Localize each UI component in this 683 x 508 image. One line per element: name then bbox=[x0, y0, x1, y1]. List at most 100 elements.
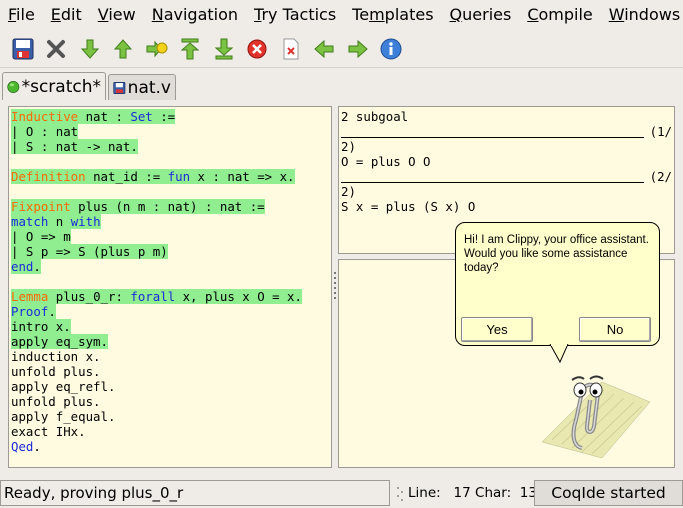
save-button[interactable] bbox=[6, 33, 40, 65]
processed-text: | O => m bbox=[11, 229, 71, 244]
next-icon bbox=[348, 39, 368, 58]
code-token: nat : bbox=[78, 109, 131, 124]
menu-windows[interactable]: Windows bbox=[601, 1, 683, 29]
processed-text: intro x. bbox=[11, 319, 71, 334]
tab-nat-v-label: nat.v bbox=[127, 77, 171, 98]
clippy-no-button[interactable]: No bbox=[579, 317, 651, 342]
keyword-token: Inductive bbox=[11, 109, 79, 124]
script-line[interactable] bbox=[11, 154, 329, 169]
script-line[interactable]: Lemma plus_0_r: forall x, plus x O = x. bbox=[11, 289, 329, 304]
script-line[interactable]: Definition nat_id := fun x : nat => x. bbox=[11, 169, 329, 184]
processed-text: Fixpoint plus (n m : nat) : nat := bbox=[11, 199, 265, 214]
script-line[interactable]: Qed. bbox=[11, 439, 329, 454]
code-token: | S : nat -> nat. bbox=[11, 139, 138, 154]
clippy-yes-button[interactable]: Yes bbox=[461, 317, 533, 342]
code-token: . bbox=[33, 439, 41, 454]
script-line[interactable]: intro x. bbox=[11, 319, 329, 334]
goals-header: 2 subgoal bbox=[341, 109, 409, 124]
interrupt-button[interactable] bbox=[241, 33, 275, 65]
goal-count-2: 2) bbox=[341, 184, 356, 199]
script-line[interactable]: Proof. bbox=[11, 304, 329, 319]
tab-nat-v[interactable]: nat.v bbox=[108, 74, 176, 100]
close-button[interactable] bbox=[40, 33, 74, 65]
menu-try-tactics[interactable]: Try Tactics bbox=[246, 1, 344, 29]
menu-file[interactable]: File bbox=[0, 1, 43, 29]
script-editor[interactable]: Inductive nat : Set := | O : nat | S : nat… bbox=[8, 106, 332, 468]
code-token: unfold plus. bbox=[11, 364, 101, 379]
script-line[interactable]: apply eq_sym. bbox=[11, 334, 329, 349]
script-line[interactable]: Fixpoint plus (n m : nat) : nat := bbox=[11, 199, 329, 214]
reset-icon bbox=[283, 38, 299, 59]
goal-number-1: (1/ bbox=[649, 124, 672, 139]
script-line[interactable]: | O : nat bbox=[11, 124, 329, 139]
forward-button[interactable] bbox=[73, 33, 107, 65]
go-to-cursor-button[interactable] bbox=[140, 33, 174, 65]
processed-text: | S : nat -> nat. bbox=[11, 139, 138, 154]
close-icon bbox=[47, 39, 66, 58]
processed-text: match n with bbox=[11, 214, 101, 229]
script-line[interactable]: apply eq_refl. bbox=[11, 379, 329, 394]
script-line[interactable] bbox=[11, 184, 329, 199]
script-line[interactable]: | S : nat -> nat. bbox=[11, 139, 329, 154]
script-line[interactable]: | O => m bbox=[11, 229, 329, 244]
code-token: induction x. bbox=[11, 349, 101, 364]
processed-text: end. bbox=[11, 259, 41, 274]
status-message: Ready, proving plus_0_r bbox=[0, 480, 390, 506]
script-line[interactable]: match n with bbox=[11, 214, 329, 229]
goal-1: O = plus O O bbox=[341, 154, 431, 169]
menu-compile[interactable]: Compile bbox=[519, 1, 600, 29]
unprocessed-text: apply eq_refl. bbox=[11, 379, 115, 394]
pane-splitter[interactable] bbox=[333, 272, 337, 300]
code-token: . bbox=[48, 304, 56, 319]
script-line[interactable]: unfold plus. bbox=[11, 394, 329, 409]
script-line[interactable]: exact IHx. bbox=[11, 424, 329, 439]
processed-text: Inductive nat : Set := bbox=[11, 109, 176, 124]
previous-button[interactable] bbox=[308, 33, 342, 65]
processed-text: Lemma plus_0_r: forall x, plus x O = x. bbox=[11, 289, 302, 304]
unprocessed-text: unfold plus. bbox=[11, 364, 101, 379]
script-line[interactable]: | S p => S (plus p m) bbox=[11, 244, 329, 259]
backward-button[interactable] bbox=[107, 33, 141, 65]
go-to-cursor-icon bbox=[146, 40, 168, 57]
menu-queries[interactable]: Queries bbox=[442, 1, 520, 29]
next-button[interactable] bbox=[341, 33, 375, 65]
code-token: exact IHx. bbox=[11, 424, 86, 439]
code-token: x : nat => x. bbox=[190, 169, 295, 184]
tab-scratch[interactable]: *scratch* bbox=[2, 72, 106, 100]
keyword-token: match bbox=[11, 214, 49, 229]
menu-templates[interactable]: Templates bbox=[344, 1, 441, 29]
menu-navigation[interactable]: Navigation bbox=[144, 1, 246, 29]
about-icon bbox=[380, 38, 402, 59]
forward-down-icon bbox=[80, 39, 99, 59]
script-line[interactable] bbox=[11, 274, 329, 289]
processed-text: apply eq_sym. bbox=[11, 334, 108, 349]
interrupt-icon bbox=[247, 39, 267, 58]
backward-up-icon bbox=[114, 38, 133, 58]
processed-text: | S p => S (plus p m) bbox=[11, 244, 168, 259]
coqide-window: File Edit View Navigation Try Tactics Te… bbox=[0, 0, 683, 508]
end-button[interactable] bbox=[207, 33, 241, 65]
keyword-token: Lemma bbox=[11, 289, 49, 304]
processed-text: Definition nat_id := fun x : nat => x. bbox=[11, 169, 295, 184]
menu-view[interactable]: View bbox=[90, 1, 144, 29]
green-status-icon bbox=[7, 80, 20, 93]
script-line[interactable]: apply f_equal. bbox=[11, 409, 329, 424]
code-token: . bbox=[33, 259, 41, 274]
code-token: plus (n m : nat) : nat := bbox=[70, 199, 265, 214]
script-line[interactable]: end. bbox=[11, 259, 329, 274]
unprocessed-text: apply f_equal. bbox=[11, 409, 115, 424]
code-token: apply eq_sym. bbox=[11, 334, 108, 349]
script-line[interactable]: induction x. bbox=[11, 349, 329, 364]
processed-text: Proof. bbox=[11, 304, 56, 319]
about-button[interactable] bbox=[375, 33, 409, 65]
code-token: apply eq_refl. bbox=[11, 379, 116, 394]
reset-button[interactable] bbox=[274, 33, 308, 65]
code-token: unfold plus. bbox=[11, 394, 101, 409]
script-line[interactable]: Inductive nat : Set := bbox=[11, 109, 329, 124]
start-button[interactable] bbox=[174, 33, 208, 65]
code-token: | O : nat bbox=[11, 124, 79, 139]
script-line[interactable]: unfold plus. bbox=[11, 364, 329, 379]
cursor-position: Line: 17 Char: 13 bbox=[408, 485, 537, 501]
keyword-token: forall bbox=[130, 289, 176, 304]
menu-edit[interactable]: Edit bbox=[43, 1, 90, 29]
